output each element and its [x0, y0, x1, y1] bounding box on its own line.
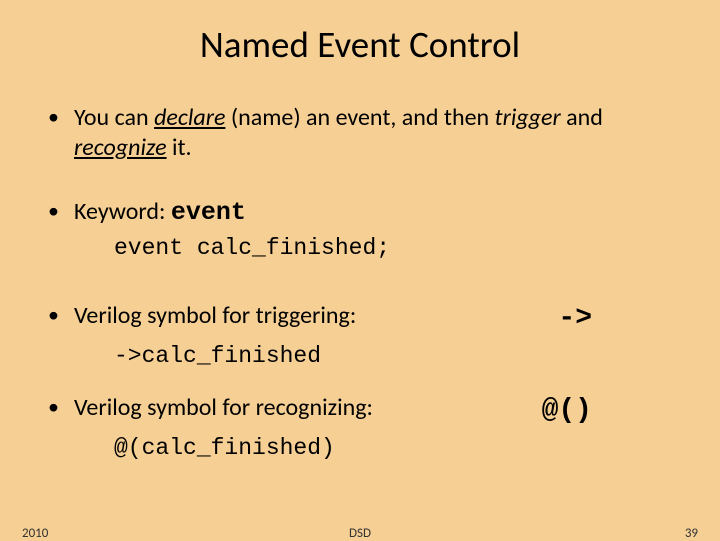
bullet-keyword-event: Keyword: event event calc_finished;: [48, 197, 672, 263]
label: Verilog symbol for recognizing:: [74, 393, 373, 428]
keyword-recognize: recognize: [74, 133, 167, 162]
keyword-code: event: [171, 198, 246, 227]
bullet-recognize-symbol: Verilog symbol for recognizing: @() @(ca…: [48, 393, 672, 463]
code-trigger: ->calc_finished: [74, 342, 672, 371]
symbol-trigger: ->: [558, 301, 672, 336]
footer-page-number: 39: [685, 526, 698, 541]
bullet-declare-trigger-recognize: You can declare (name) an event, and the…: [48, 103, 672, 163]
slide-title: Named Event Control: [0, 0, 720, 77]
bullet-list: You can declare (name) an event, and the…: [0, 77, 720, 463]
text: (name) an event, and then: [225, 103, 494, 132]
row: Verilog symbol for recognizing: @(): [74, 393, 672, 428]
code-recognize: @(calc_finished): [74, 434, 672, 463]
keyword-declare: declare: [154, 103, 225, 132]
text: it.: [167, 133, 192, 162]
footer-center: DSD: [0, 526, 720, 541]
bullet-trigger-symbol: Verilog symbol for triggering: -> ->calc…: [48, 301, 672, 371]
symbol-at: @(): [542, 393, 672, 428]
text: and: [561, 103, 603, 132]
code-event-decl: event calc_finished;: [74, 234, 672, 263]
row: Verilog symbol for triggering: ->: [74, 301, 672, 336]
keyword-trigger: trigger: [495, 103, 561, 132]
label: Verilog symbol for triggering:: [74, 301, 356, 336]
label: Keyword:: [74, 197, 171, 226]
text: You can: [74, 103, 154, 132]
